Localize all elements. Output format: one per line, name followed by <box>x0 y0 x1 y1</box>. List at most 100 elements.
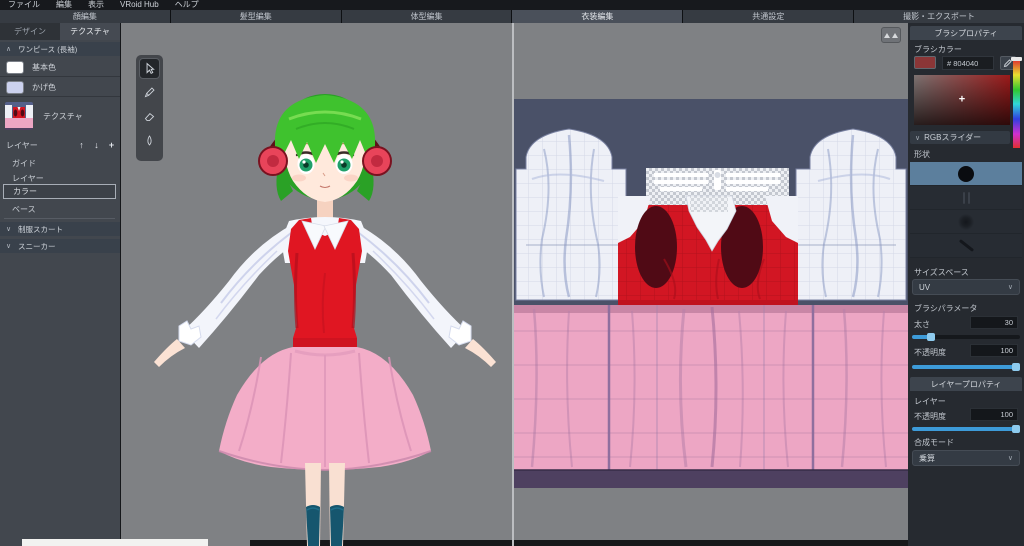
section-onepiece[interactable]: ∧ ワンピース (長袖) <box>0 42 120 56</box>
tab-face-edit[interactable]: 顔編集 <box>0 10 170 23</box>
brush-shape-list <box>910 162 1022 258</box>
select-tool-button[interactable] <box>139 58 160 79</box>
saturation-value-picker[interactable]: + <box>914 75 1010 125</box>
layer-opacity-value-field[interactable]: 100 <box>970 408 1018 421</box>
brush-color-swatch[interactable] <box>914 56 936 69</box>
droplet-icon <box>147 135 152 146</box>
divider <box>4 218 115 219</box>
thickness-label: 太さ <box>914 320 930 329</box>
opacity-slider[interactable] <box>912 363 1020 371</box>
diagonal-stroke-icon <box>958 239 974 252</box>
brush-tool-button[interactable] <box>139 82 160 103</box>
eraser-tool-button[interactable] <box>139 106 160 127</box>
hex-color-field[interactable]: # 804040 <box>942 56 994 70</box>
model-viewport[interactable] <box>121 23 512 546</box>
texture-row[interactable]: テクスチャ <box>0 100 120 132</box>
tab-photo-export[interactable]: 撮影・エクスポート <box>854 10 1024 23</box>
slider-handle[interactable] <box>1012 363 1020 371</box>
layer-opacity-label: 不透明度 <box>914 412 946 421</box>
shape-option-hard-circle[interactable] <box>910 162 1022 186</box>
section-sneakers[interactable]: ∨ スニーカー <box>0 239 120 253</box>
layer-item-color-selected[interactable]: カラー <box>3 184 116 199</box>
properties-panel: ブラシプロパティ ブラシカラー # 804040 + ∨ RGBスライダー 形状 <box>908 23 1024 546</box>
left-panel-tabs: デザイン テクスチャ <box>0 23 120 40</box>
size-space-dropdown[interactable]: UV ∨ <box>912 279 1020 295</box>
tab-design[interactable]: デザイン <box>0 23 60 40</box>
slider-handle[interactable] <box>1012 425 1020 433</box>
view-toggle-button[interactable] <box>881 27 901 43</box>
shape-option-diagonal-stroke[interactable] <box>910 234 1022 258</box>
layer-list-header: レイヤー ↑ ↓ + <box>0 138 120 152</box>
fill-tool-button[interactable] <box>139 130 160 151</box>
layer-properties-header: レイヤープロパティ <box>910 377 1022 391</box>
layer-item-layer[interactable]: レイヤー <box>12 172 112 184</box>
texture-row-label: テクスチャ <box>43 111 83 121</box>
hue-slider-handle[interactable] <box>1011 57 1022 61</box>
shape-label: 形状 <box>914 150 930 159</box>
character-model[interactable] <box>121 23 512 546</box>
blend-mode-label: 合成モード <box>914 438 954 447</box>
blend-mode-value: 乗算 <box>919 453 935 463</box>
shape-option-soft-circle[interactable] <box>910 210 1022 234</box>
texture-canvas[interactable] <box>514 99 908 488</box>
menu-edit[interactable]: 編集 <box>48 0 80 10</box>
shade-color-row[interactable]: かげ色 <box>0 78 120 97</box>
hue-slider[interactable] <box>1013 60 1020 148</box>
blend-mode-dropdown[interactable]: 乗算 ∨ <box>912 450 1020 466</box>
layer-opacity-slider[interactable] <box>912 425 1020 433</box>
tab-texture[interactable]: テクスチャ <box>60 23 120 40</box>
layer-item-base[interactable]: ベース <box>12 203 112 215</box>
texture-edit-panel <box>512 23 908 546</box>
soft-circle-icon <box>958 213 974 230</box>
vroid-studio-window: ファイル 編集 表示 VRoid Hub ヘルプ 顔編集 髪型編集 体型編集 衣… <box>0 0 1024 546</box>
section-onepiece-label: ワンピース (長袖) <box>18 44 78 54</box>
tab-costume-edit[interactable]: 衣装編集 <box>512 10 683 23</box>
triangle-up-icon <box>884 32 890 38</box>
layer-header-label: レイヤー <box>6 140 38 150</box>
tab-body-edit[interactable]: 体型編集 <box>341 10 512 23</box>
section-uniform-skirt[interactable]: ∨ 制服スカート <box>0 222 120 236</box>
menu-vroid-hub[interactable]: VRoid Hub <box>112 0 167 10</box>
rgb-sliders-label: RGBスライダー <box>924 133 982 142</box>
pen-tip-icon <box>962 191 970 204</box>
floor-band <box>514 540 908 546</box>
floor-highlight <box>22 539 208 546</box>
slider-handle[interactable] <box>927 333 936 341</box>
opacity-label: 不透明度 <box>914 348 946 357</box>
chevron-down-icon: ∨ <box>6 226 12 233</box>
section-sneakers-label: スニーカー <box>18 241 56 251</box>
base-color-row[interactable]: 基本色 <box>0 58 120 77</box>
brush-properties-header: ブラシプロパティ <box>910 26 1022 40</box>
menu-help[interactable]: ヘルプ <box>167 0 207 10</box>
section-uniform-skirt-label: 制服スカート <box>18 224 63 234</box>
chevron-up-icon: ∧ <box>6 46 12 53</box>
thickness-value-field[interactable]: 30 <box>970 316 1018 329</box>
base-color-swatch[interactable] <box>6 60 24 74</box>
texture-thumbnail[interactable] <box>5 102 33 130</box>
layer-add-button[interactable]: + <box>105 139 118 151</box>
color-picker-cursor: + <box>958 93 966 106</box>
size-space-label: サイズスペース <box>914 268 969 277</box>
edit-mode-tabbar: 顔編集 髪型編集 体型編集 衣装編集 共通設定 撮影・エクスポート <box>0 10 1024 23</box>
layer-move-down-button[interactable]: ↓ <box>90 139 103 151</box>
menu-bar: ファイル 編集 表示 VRoid Hub ヘルプ <box>0 0 1024 10</box>
size-space-value: UV <box>919 282 931 292</box>
tab-common-settings[interactable]: 共通設定 <box>683 10 854 23</box>
thickness-slider[interactable] <box>912 333 1020 341</box>
chevron-down-icon: ∨ <box>6 243 12 250</box>
tool-palette <box>136 55 163 161</box>
shape-option-pen-tip[interactable] <box>910 186 1022 210</box>
shade-color-swatch[interactable] <box>6 80 24 94</box>
layer-label: レイヤー <box>914 397 946 406</box>
tab-hair-edit[interactable]: 髪型編集 <box>170 10 341 23</box>
layer-item-guide[interactable]: ガイド <box>12 157 112 169</box>
brush-color-label: ブラシカラー <box>914 45 962 54</box>
item-panel: デザイン テクスチャ ∧ ワンピース (長袖) 基本色 かげ色 テクスチャ レイ… <box>0 23 121 546</box>
triangle-up-icon <box>892 32 898 38</box>
layer-move-up-button[interactable]: ↑ <box>75 139 88 151</box>
menu-file[interactable]: ファイル <box>0 0 48 10</box>
opacity-value-field[interactable]: 100 <box>970 344 1018 357</box>
menu-view[interactable]: 表示 <box>80 0 112 10</box>
rgb-sliders-section[interactable]: ∨ RGBスライダー <box>910 131 1010 144</box>
chevron-down-icon: ∨ <box>1007 455 1013 462</box>
